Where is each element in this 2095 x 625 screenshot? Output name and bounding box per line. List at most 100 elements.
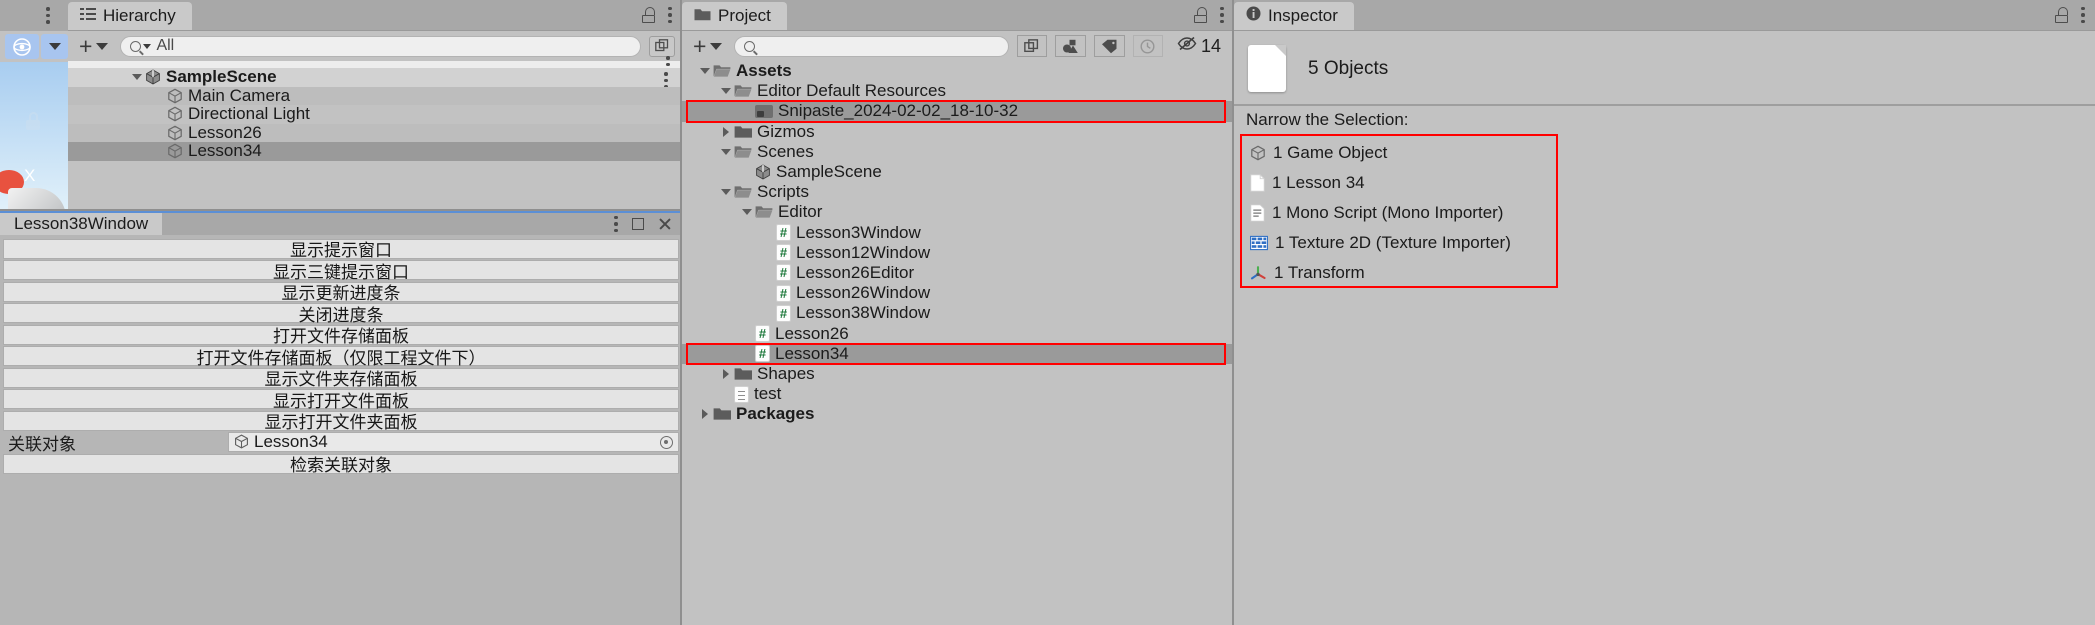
hierarchy-toolbar: + All: [68, 31, 682, 61]
project-row[interactable]: # Lesson34: [682, 343, 1234, 364]
narrow-selection-item[interactable]: 1 Texture 2D (Texture Importer): [1242, 228, 1558, 258]
lesson38-action-button[interactable]: 显示三键提示窗口: [3, 260, 679, 282]
hierarchy-row[interactable]: Directional Light: [68, 104, 682, 124]
object-picker-icon[interactable]: [660, 435, 673, 449]
kebab-menu-icon[interactable]: [1220, 6, 1224, 24]
hierarchy-row[interactable]: Lesson26: [68, 123, 682, 142]
twisty-expanded-icon[interactable]: [717, 189, 734, 196]
gameobject-icon: [234, 434, 250, 450]
twisty-expanded-icon[interactable]: [717, 88, 734, 95]
lesson38-action-button[interactable]: 显示更新进度条: [3, 281, 679, 303]
lock-icon: [25, 112, 41, 130]
project-row-label: Lesson26Window: [796, 283, 931, 303]
twisty-expanded-icon[interactable]: [128, 74, 145, 81]
project-row[interactable]: test: [682, 384, 1234, 404]
lesson38-action-button[interactable]: 打开文件存储面板: [3, 324, 679, 346]
lesson38-action-button[interactable]: 显示打开文件夹面板: [3, 410, 679, 432]
orientation-gizmo-icon[interactable]: [5, 34, 40, 59]
search-input[interactable]: All: [120, 35, 641, 57]
csharp-script-icon: #: [776, 244, 791, 262]
hidden-assets-count[interactable]: 14: [1171, 35, 1227, 57]
project-row[interactable]: Snipaste_2024-02-02_18-10-32: [682, 101, 1234, 122]
lock-icon[interactable]: [2054, 7, 2069, 23]
narrow-selection-list[interactable]: 1 Game Object 1 Lesson 34 1 Mono Script (M…: [1242, 138, 1558, 288]
project-row[interactable]: SampleScene: [682, 162, 1234, 182]
narrow-selection-item[interactable]: 1 Mono Script (Mono Importer): [1242, 198, 1558, 228]
chevron-down-icon[interactable]: [41, 34, 68, 59]
hierarchy-tree[interactable]: SampleScene Main Camera Directional Light L…: [68, 67, 682, 211]
project-row[interactable]: Scenes: [682, 142, 1234, 162]
twisty-collapsed-icon[interactable]: [717, 126, 734, 137]
inspector-selection-header: 5 Objects: [1234, 31, 2095, 92]
search-input[interactable]: [734, 35, 1009, 57]
project-row[interactable]: Packages: [682, 404, 1234, 424]
csharp-script-icon: #: [776, 264, 791, 282]
lesson38-tabstrip: Lesson38Window: [0, 211, 682, 235]
search-related-object-button[interactable]: 检索关联对象: [3, 453, 679, 475]
project-row[interactable]: Scripts: [682, 182, 1234, 202]
narrow-selection-item[interactable]: 1 Lesson 34: [1242, 168, 1558, 198]
twisty-collapsed-icon[interactable]: [717, 368, 734, 379]
maximize-icon[interactable]: [632, 218, 644, 230]
lesson38-action-button[interactable]: 显示打开文件面板: [3, 389, 679, 411]
project-row[interactable]: Editor: [682, 202, 1234, 222]
lock-icon[interactable]: [1193, 7, 1208, 23]
lock-icon[interactable]: [641, 7, 656, 23]
object-field-input[interactable]: Lesson34: [228, 432, 679, 452]
create-asset-button[interactable]: +: [689, 34, 726, 57]
tab-inspector[interactable]: Inspector: [1234, 2, 1354, 30]
kebab-menu-icon[interactable]: [614, 215, 618, 233]
panel-divider-lesson38[interactable]: [0, 209, 682, 211]
chevron-down-icon: [96, 42, 109, 50]
project-row[interactable]: Shapes: [682, 364, 1234, 384]
project-row[interactable]: # Lesson38Window: [682, 303, 1234, 323]
project-row[interactable]: # Lesson3Window: [682, 223, 1234, 243]
kebab-menu-icon[interactable]: [46, 7, 50, 24]
text-asset-icon: [734, 385, 749, 403]
scene-view-viewport[interactable]: X: [0, 62, 68, 224]
hierarchy-row[interactable]: Lesson34: [68, 141, 682, 161]
narrow-selection-label: Narrow the Selection:: [1246, 110, 1409, 129]
project-row[interactable]: Editor Default Resources: [682, 81, 1234, 101]
narrow-selection-item[interactable]: 1 Game Object: [1242, 138, 1558, 168]
narrow-selection-item-label: 1 Mono Script (Mono Importer): [1272, 203, 1504, 222]
project-row[interactable]: # Lesson26Window: [682, 283, 1234, 303]
twisty-expanded-icon[interactable]: [696, 68, 713, 75]
close-icon[interactable]: [658, 217, 672, 231]
create-object-button[interactable]: +: [75, 34, 112, 57]
lesson38-action-button[interactable]: 打开文件存储面板（仅限工程文件下）: [3, 346, 679, 368]
tab-hierarchy[interactable]: Hierarchy: [68, 2, 192, 30]
project-tree[interactable]: Assets Editor Default Resources Snipaste_2…: [682, 61, 1234, 625]
project-row[interactable]: # Lesson12Window: [682, 243, 1234, 263]
chevron-down-icon: [710, 42, 723, 50]
project-row[interactable]: Assets: [682, 61, 1234, 81]
twisty-collapsed-icon[interactable]: [696, 409, 713, 420]
narrow-selection-item[interactable]: 1 Transform: [1242, 258, 1558, 288]
hierarchy-row[interactable]: Main Camera: [68, 86, 682, 105]
multi-object-icon: [1248, 45, 1286, 92]
panel-divider-project[interactable]: [680, 0, 682, 625]
lesson38-action-button[interactable]: 显示提示窗口: [3, 238, 679, 260]
filter-by-type-icon[interactable]: [1054, 35, 1086, 57]
lesson38-action-button[interactable]: 显示文件夹存储面板: [3, 367, 679, 389]
project-row[interactable]: # Lesson26Editor: [682, 263, 1234, 283]
twisty-expanded-icon[interactable]: [717, 148, 734, 155]
hierarchy-icon: [80, 6, 96, 26]
tab-project[interactable]: Project: [682, 2, 787, 30]
expand-search-icon[interactable]: [1016, 35, 1047, 57]
hierarchy-row[interactable]: SampleScene: [68, 67, 682, 89]
blank-document-icon: [1250, 174, 1265, 192]
tab-lesson38window[interactable]: Lesson38Window: [0, 213, 163, 235]
lesson38-action-button[interactable]: 关闭进度条: [3, 303, 679, 325]
project-row[interactable]: Gizmos: [682, 122, 1234, 142]
tabstrip-empty: [787, 0, 1183, 30]
kebab-menu-icon[interactable]: [668, 6, 672, 24]
project-row[interactable]: # Lesson26: [682, 323, 1234, 343]
twisty-expanded-icon[interactable]: [738, 209, 755, 216]
kebab-menu-icon[interactable]: [2081, 6, 2085, 24]
panel-divider-inspector[interactable]: [1232, 0, 1234, 625]
project-row-label: Editor Default Resources: [757, 81, 946, 101]
filter-by-label-icon[interactable]: [1093, 35, 1125, 57]
expand-search-icon[interactable]: [649, 35, 675, 57]
transform-icon: [1250, 265, 1267, 282]
